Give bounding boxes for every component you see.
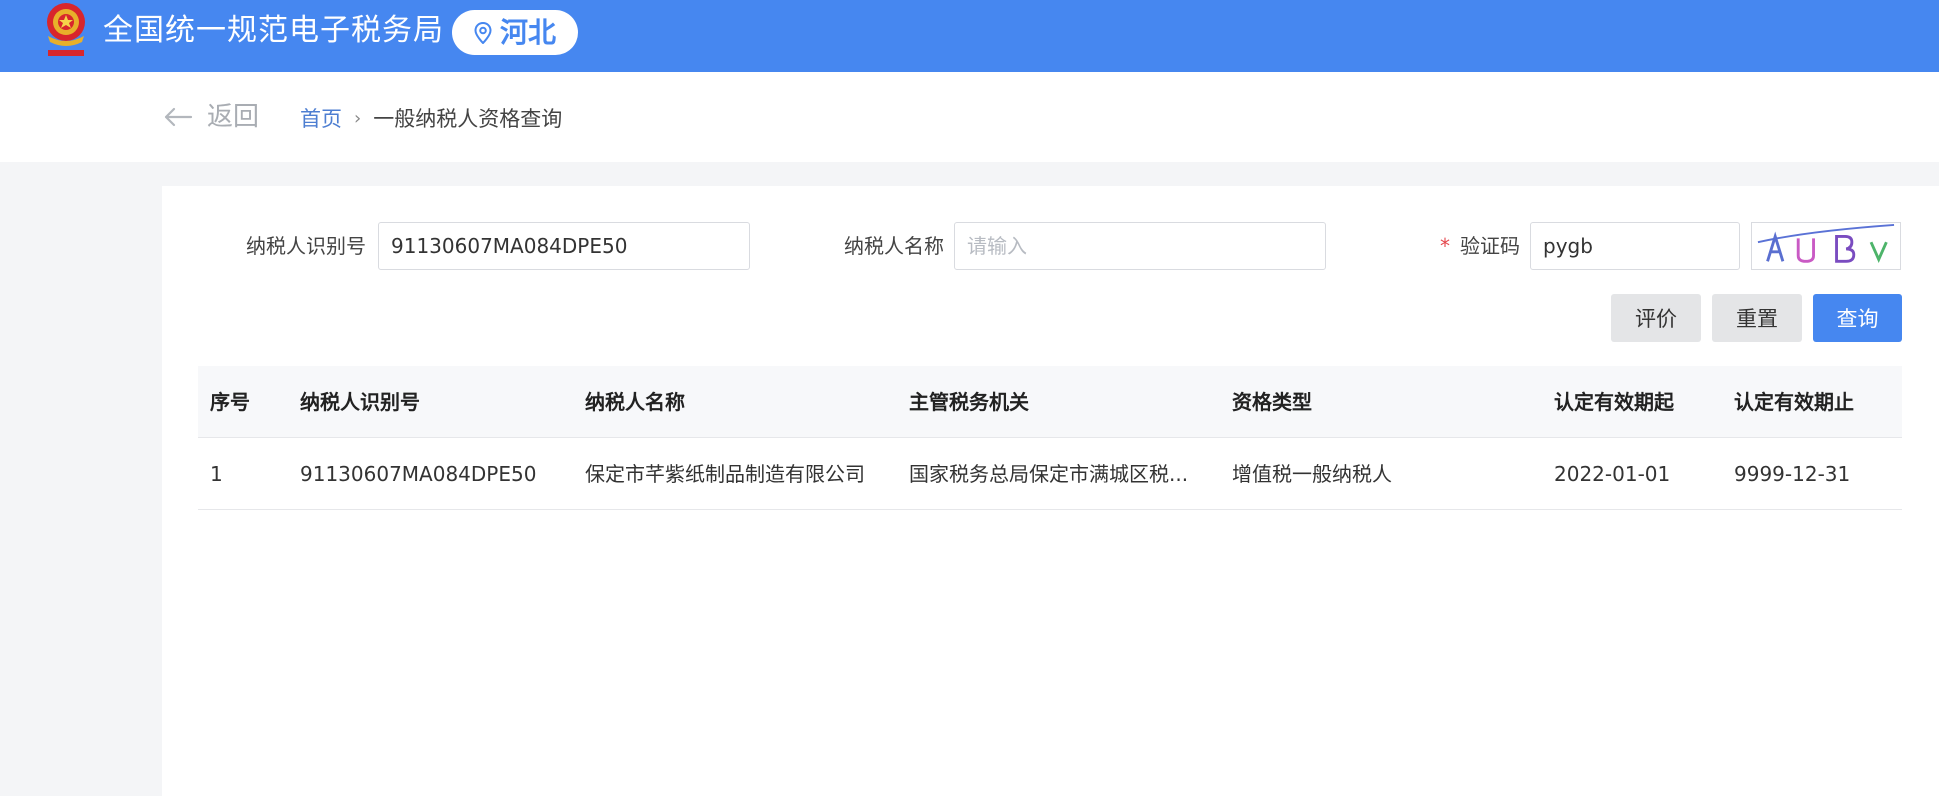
tax-emblem-icon bbox=[47, 3, 85, 56]
cell-taxpayer-name: 保定市芊紫纸制品制造有限公司 bbox=[585, 461, 865, 486]
reset-button[interactable]: 重置 bbox=[1712, 294, 1802, 342]
table-header: 序号 纳税人识别号 纳税人名称 主管税务机关 资格类型 认定有效期起 认定有效期… bbox=[198, 366, 1902, 438]
taxpayer-id-input[interactable] bbox=[378, 222, 750, 270]
required-mark: * bbox=[1440, 234, 1450, 258]
cell-taxpayer-id: 91130607MA084DPE50 bbox=[300, 461, 537, 486]
query-button[interactable]: 查询 bbox=[1813, 294, 1902, 342]
taxpayer-name-label: 纳税人名称 bbox=[844, 234, 944, 258]
location-pin-icon bbox=[474, 21, 492, 44]
top-header: 全国统一规范电子税务局 河北 bbox=[0, 0, 1939, 72]
back-button[interactable]: 返回 bbox=[163, 102, 259, 132]
captcha-input[interactable] bbox=[1530, 222, 1740, 270]
table-row[interactable]: 1 91130607MA084DPE50 保定市芊紫纸制品制造有限公司 国家税务… bbox=[198, 438, 1902, 510]
cell-index: 1 bbox=[210, 461, 223, 486]
column-header-taxpayer-name: 纳税人名称 bbox=[585, 389, 685, 414]
cell-tax-authority: 国家税务总局保定市满城区税... bbox=[909, 461, 1189, 486]
cell-qualification-type: 增值税一般纳税人 bbox=[1232, 461, 1392, 486]
region-label: 河北 bbox=[499, 15, 556, 49]
column-header-taxpayer-id: 纳税人识别号 bbox=[300, 389, 420, 414]
column-header-valid-from: 认定有效期起 bbox=[1554, 389, 1674, 414]
column-header-valid-to: 认定有效期止 bbox=[1734, 389, 1854, 414]
column-header-qualification-type: 资格类型 bbox=[1232, 389, 1312, 414]
results-table: 序号 纳税人识别号 纳税人名称 主管税务机关 资格类型 认定有效期起 认定有效期… bbox=[198, 366, 1902, 510]
evaluate-button[interactable]: 评价 bbox=[1611, 294, 1701, 342]
breadcrumb-bar: 返回 首页 › 一般纳税人资格查询 bbox=[0, 72, 1939, 162]
cell-valid-to: 9999-12-31 bbox=[1734, 461, 1851, 486]
breadcrumb-current: 一般纳税人资格查询 bbox=[373, 107, 563, 131]
cell-valid-from: 2022-01-01 bbox=[1554, 461, 1671, 486]
breadcrumb-separator: › bbox=[354, 108, 362, 129]
arrow-left-icon bbox=[164, 107, 193, 127]
captcha-label: * 验证码 bbox=[1420, 234, 1520, 258]
site-title: 全国统一规范电子税务局 bbox=[103, 13, 444, 48]
taxpayer-id-label: 纳税人识别号 bbox=[246, 234, 366, 258]
region-selector[interactable]: 河北 bbox=[452, 10, 578, 55]
breadcrumb: 首页 › 一般纳税人资格查询 bbox=[300, 106, 562, 132]
taxpayer-name-input[interactable] bbox=[954, 222, 1326, 270]
back-label: 返回 bbox=[207, 102, 260, 132]
column-header-tax-authority: 主管税务机关 bbox=[909, 389, 1029, 414]
column-header-index: 序号 bbox=[210, 389, 250, 414]
captcha-label-text: 验证码 bbox=[1460, 234, 1520, 258]
captcha-image[interactable] bbox=[1751, 222, 1901, 270]
breadcrumb-home-link[interactable]: 首页 bbox=[300, 106, 342, 132]
